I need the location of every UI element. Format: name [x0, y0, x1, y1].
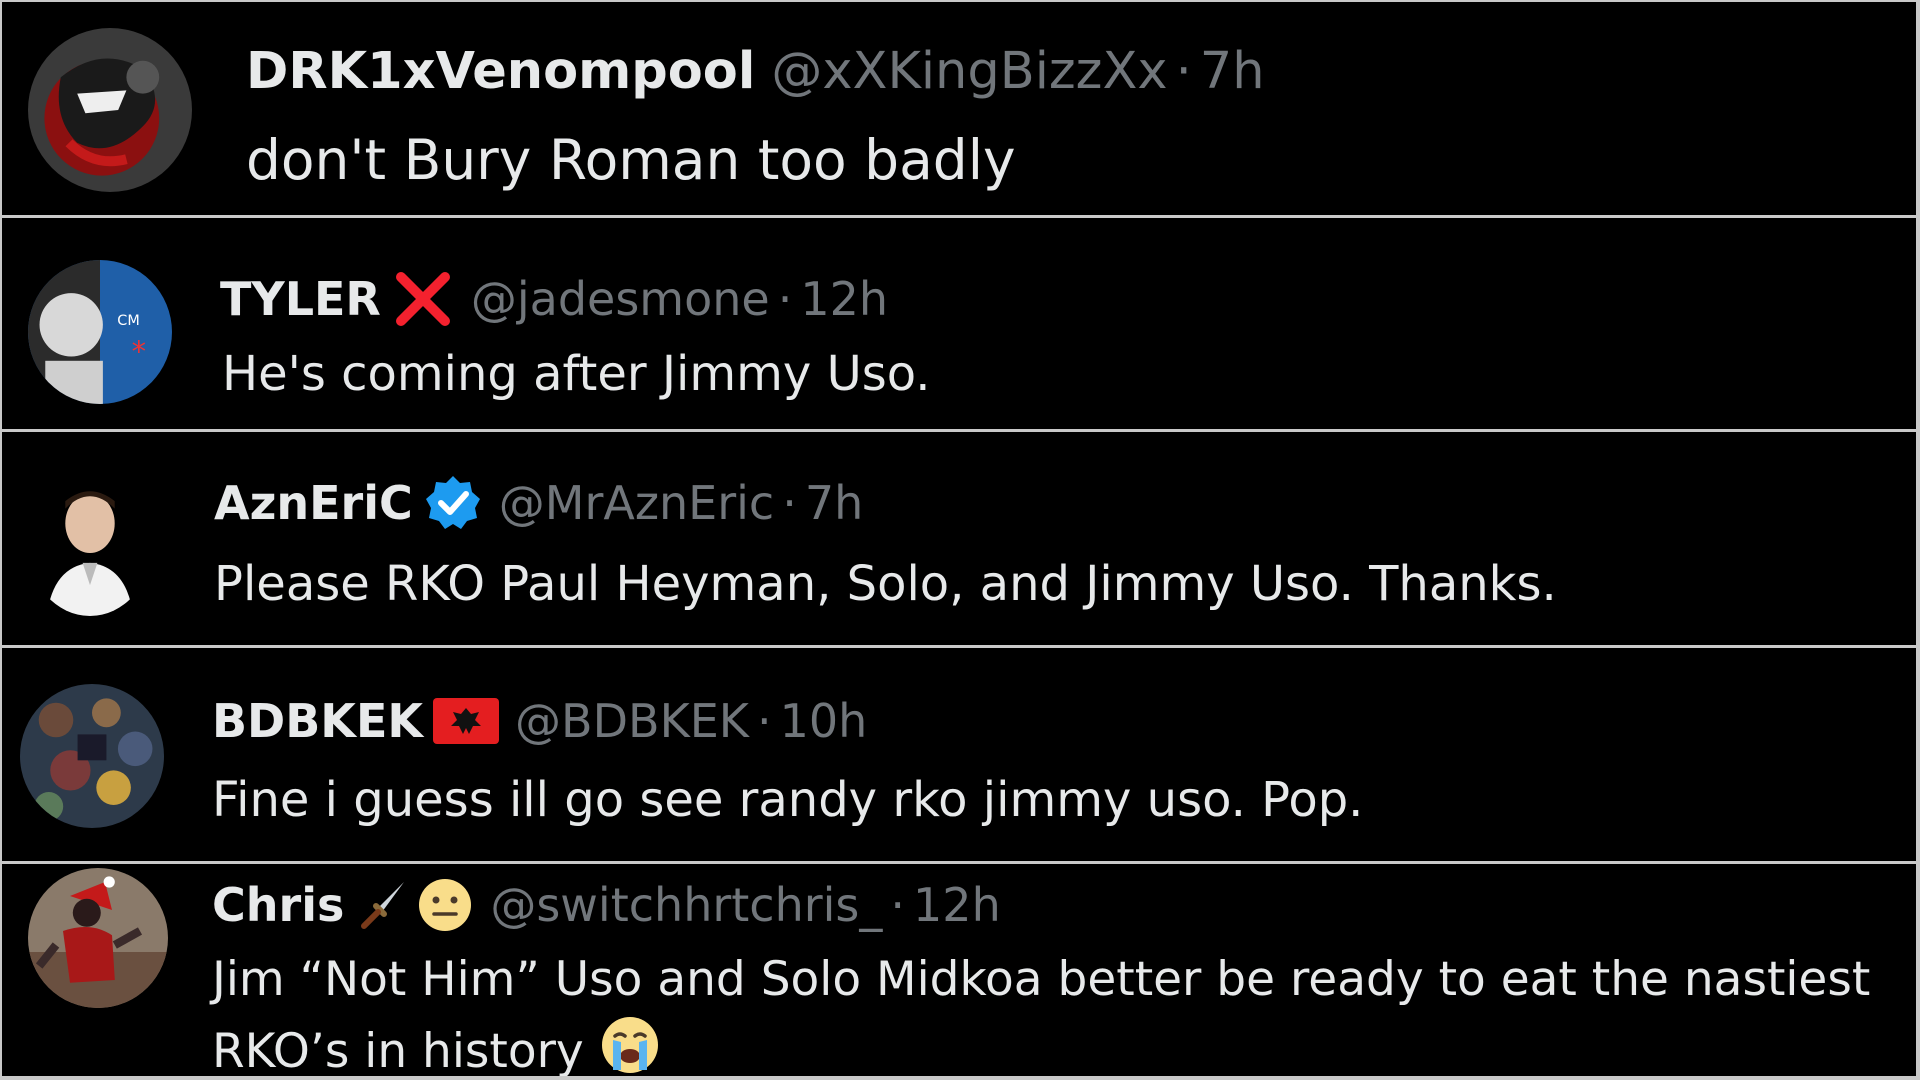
handle[interactable]: @BDBKEK	[515, 694, 749, 748]
separator: ·	[756, 694, 772, 748]
post-text: Jim “Not Him” Uso and Solo Midkoa better…	[212, 952, 1871, 1076]
santa-character-avatar-icon	[28, 868, 168, 1008]
separator: ·	[777, 272, 793, 326]
red-x-icon	[391, 267, 455, 331]
avatar[interactable]	[28, 474, 152, 616]
person-avatar-icon	[28, 474, 152, 616]
separator: ·	[782, 476, 797, 530]
post-4[interactable]: BDBKEK @BDBKEK · 10h Fine i guess ill go…	[2, 648, 1916, 861]
timestamp[interactable]: 12h	[913, 878, 1001, 932]
crying-face-icon	[599, 1014, 661, 1076]
display-name[interactable]: TYLER	[220, 272, 381, 326]
separator: ·	[890, 878, 906, 932]
display-name[interactable]: AznEriC	[214, 476, 413, 530]
timestamp[interactable]: 12h	[800, 272, 888, 326]
display-name[interactable]: Chris	[212, 878, 344, 932]
post-text: Fine i guess ill go see randy rko jimmy …	[212, 772, 1364, 828]
handle[interactable]: @MrAznEric	[499, 476, 774, 530]
post-meta: TYLER @jadesmone · 12h	[220, 268, 888, 330]
svg-text:CM: CM	[117, 313, 139, 329]
avatar[interactable]: CM *	[28, 260, 172, 404]
post-meta: BDBKEK @BDBKEK · 10h	[212, 690, 867, 752]
neutral-face-icon	[416, 876, 474, 934]
post-text: He's coming after Jimmy Uso.	[222, 346, 931, 402]
post-1[interactable]: DRK1xVenompool @xXKingBizzXx · 7h don't …	[2, 2, 1916, 215]
post-text: don't Bury Roman too badly	[246, 128, 1016, 192]
crowd-collage-avatar-icon	[20, 684, 164, 828]
handle[interactable]: @xXKingBizzXx	[771, 42, 1167, 101]
timestamp[interactable]: 10h	[780, 694, 868, 748]
svg-text:*: *	[132, 334, 146, 368]
post-meta: Chris @switchhrtchris_ · 12h	[212, 876, 1001, 934]
wrestler-avatar-icon: CM *	[28, 260, 172, 404]
handle[interactable]: @switchhrtchris_	[490, 878, 882, 932]
timestamp[interactable]: 7h	[805, 476, 863, 530]
avatar[interactable]	[28, 868, 168, 1008]
separator: ·	[1175, 41, 1192, 101]
post-text-block: Jim “Not Him” Uso and Solo Midkoa better…	[212, 946, 1902, 1076]
handle[interactable]: @jadesmone	[471, 272, 770, 326]
post-text: Please RKO Paul Heyman, Solo, and Jimmy …	[214, 556, 1557, 612]
post-2[interactable]: CM * TYLER @jadesmone · 12h He's coming …	[2, 218, 1916, 429]
reply-feed: DRK1xVenompool @xXKingBizzXx · 7h don't …	[0, 0, 1920, 1080]
dagger-icon	[354, 876, 412, 934]
display-name[interactable]: DRK1xVenompool	[246, 42, 755, 101]
post-5[interactable]: Chris @switchhrtchris_ · 12h Jim “Not Hi…	[2, 864, 1916, 1076]
verified-badge-icon	[423, 473, 483, 533]
albania-flag-icon	[433, 698, 500, 744]
avatar[interactable]	[20, 684, 164, 828]
post-meta: DRK1xVenompool @xXKingBizzXx · 7h	[246, 40, 1265, 102]
avatar[interactable]	[28, 28, 192, 192]
venom-avatar-icon	[28, 28, 192, 192]
timestamp[interactable]: 7h	[1200, 42, 1265, 101]
post-meta: AznEriC @MrAznEric · 7h	[214, 472, 863, 534]
post-3[interactable]: AznEriC @MrAznEric · 7h Please RKO Paul …	[2, 432, 1916, 645]
display-name[interactable]: BDBKEK	[212, 694, 423, 748]
